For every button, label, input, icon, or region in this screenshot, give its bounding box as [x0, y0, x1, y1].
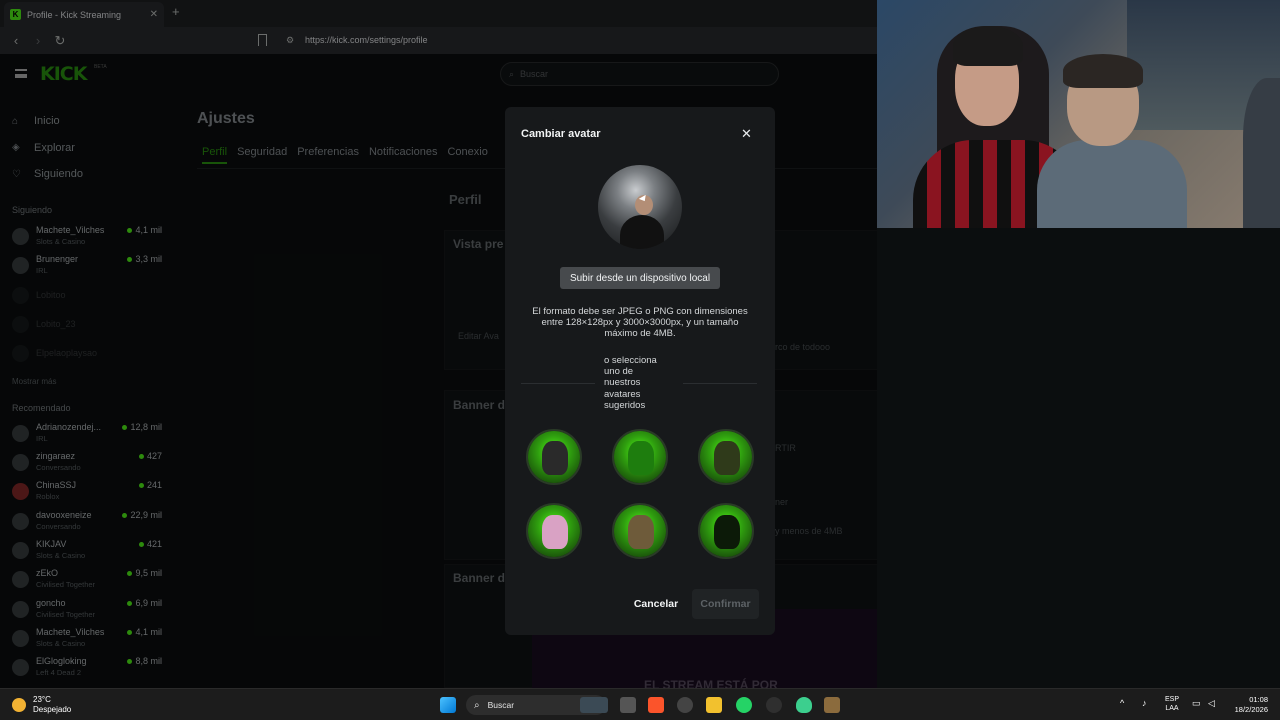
file-explorer-icon[interactable]	[706, 697, 722, 713]
avatar-figure	[714, 515, 740, 549]
change-avatar-modal: Cambiar avatar ✕ Subir desde un disposit…	[505, 107, 775, 635]
suggested-avatar[interactable]	[612, 429, 668, 485]
lang-code: ESP	[1164, 696, 1179, 703]
avatar-figure	[628, 441, 654, 475]
language-indicator[interactable]: ESP LAA	[1162, 695, 1182, 713]
webcam-hair-2	[1063, 54, 1143, 88]
current-avatar	[598, 165, 682, 249]
divider-left	[521, 383, 595, 384]
brave-browser-icon[interactable]	[648, 697, 664, 713]
suggested-avatar[interactable]	[526, 503, 582, 559]
divider-right	[683, 383, 757, 384]
webcam-person-3	[1243, 78, 1280, 228]
weather-moon-icon[interactable]	[12, 698, 26, 712]
webcam-hair-1	[953, 26, 1023, 66]
avatar-photo-body	[620, 215, 664, 249]
taskbar-search-label: Buscar	[487, 700, 515, 710]
search-icon: ⌕	[474, 699, 480, 711]
task-view-icon[interactable]	[620, 697, 636, 713]
webcam-person-2	[1037, 140, 1187, 228]
close-icon[interactable]: ✕	[741, 126, 752, 142]
minecraft-icon[interactable]	[824, 697, 840, 713]
browser-window: K Profile - Kick Streaming ✕ + ‹ › ↻ ⚙ h…	[0, 0, 877, 688]
date: 18/2/2026	[1234, 705, 1268, 714]
suggested-avatar[interactable]	[698, 503, 754, 559]
taskbar: 23°C Despejado ⌕ Buscar ^ ♪ ESP LAA ▭ ◁ …	[0, 688, 1280, 720]
time: 01:08	[1249, 695, 1268, 704]
weather-description[interactable]: Despejado	[33, 705, 71, 714]
webcam-overlay	[877, 0, 1280, 228]
avatar-figure	[714, 441, 740, 475]
suggested-avatar[interactable]	[698, 429, 754, 485]
avatar-figure	[542, 441, 568, 475]
format-note: El formato debe ser JPEG o PNG con dimen…	[532, 306, 748, 339]
search-highlight-icon[interactable]	[580, 697, 608, 713]
obs-icon[interactable]	[766, 697, 782, 713]
temperature[interactable]: 23°C	[33, 695, 51, 704]
cancel-button[interactable]: Cancelar	[629, 592, 683, 616]
tray-expand-icon[interactable]: ^	[1120, 699, 1124, 708]
modal-title: Cambiar avatar	[521, 128, 601, 140]
suggested-avatar[interactable]	[526, 429, 582, 485]
volume-icon[interactable]: ◁	[1208, 699, 1215, 708]
windows-start-icon[interactable]	[440, 697, 456, 713]
suggested-avatars-label: o selecciona uno de nuestros avatares su…	[604, 355, 657, 411]
whatsapp-icon[interactable]	[736, 697, 752, 713]
microphone-icon[interactable]: ♪	[1142, 699, 1147, 708]
network-icon[interactable]: ▭	[1192, 699, 1201, 708]
suggested-avatar[interactable]	[612, 503, 668, 559]
clock[interactable]: 01:08 18/2/2026	[1224, 695, 1268, 715]
avatar-figure	[628, 515, 654, 549]
avatar-figure	[542, 515, 568, 549]
media-player-icon[interactable]	[677, 697, 693, 713]
upload-local-button[interactable]: Subir desde un dispositivo local	[560, 267, 720, 289]
app-drop-icon[interactable]	[796, 697, 812, 713]
lang-layout: LAA	[1165, 705, 1179, 712]
confirm-button[interactable]: Confirmar	[692, 589, 759, 619]
